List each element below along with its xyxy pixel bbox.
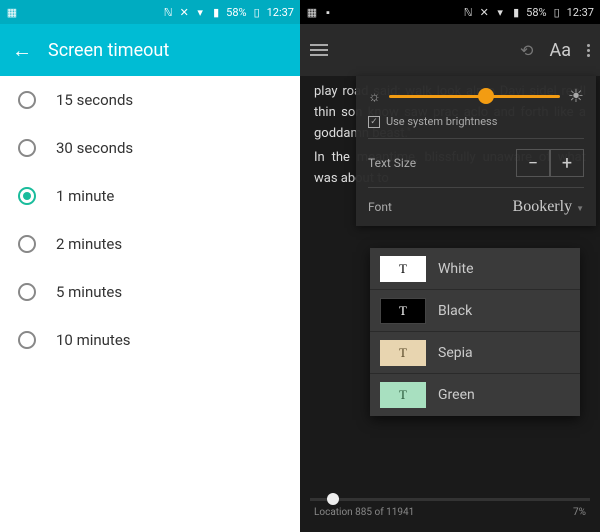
sync-icon[interactable]: ⟲ — [520, 41, 533, 60]
nfc-icon: ℕ — [162, 6, 174, 18]
radio-icon — [18, 139, 36, 157]
display-settings-panel: ☼ ☀ ✓ Use system brightness Text Size − … — [356, 76, 596, 226]
theme-option-black[interactable]: T Black — [370, 290, 580, 332]
timeout-label: 2 minutes — [56, 235, 122, 253]
wifi-icon: ▾ — [194, 6, 206, 18]
timeout-option[interactable]: 1 minute — [0, 172, 300, 220]
radio-icon — [18, 283, 36, 301]
left-panel: ▦ ℕ ✕ ▾ ▮ 58% ▯ 12:37 ← Screen timeout 1… — [0, 0, 300, 532]
brightness-high-icon: ☀ — [568, 86, 584, 107]
mute-icon: ✕ — [478, 6, 490, 18]
theme-menu: T White T Black T Sepia T Green — [370, 248, 580, 416]
timeout-option[interactable]: 30 seconds — [0, 124, 300, 172]
battery-text: 58% — [226, 6, 246, 19]
chevron-down-icon: ▼ — [576, 204, 584, 213]
timeout-label: 5 minutes — [56, 283, 122, 301]
image-icon: ▦ — [306, 6, 318, 18]
text-size-increase-button[interactable]: + — [550, 149, 584, 177]
overflow-icon[interactable] — [587, 44, 590, 57]
theme-option-green[interactable]: T Green — [370, 374, 580, 416]
timeout-label: 1 minute — [56, 187, 114, 205]
left-header: ← Screen timeout — [0, 24, 300, 76]
text-size-label: Text Size — [368, 156, 416, 170]
radio-icon — [18, 235, 36, 253]
app-icon: ▪ — [322, 6, 334, 18]
theme-swatch: T — [380, 340, 426, 366]
battery-text: 58% — [526, 6, 546, 19]
timeout-label: 10 minutes — [56, 331, 131, 349]
menu-icon[interactable] — [310, 44, 328, 56]
timeout-option[interactable]: 15 seconds — [0, 76, 300, 124]
brightness-slider[interactable] — [389, 95, 560, 98]
battery-icon: ▯ — [251, 6, 263, 18]
image-icon: ▦ — [6, 6, 18, 18]
clock-text: 12:37 — [267, 6, 294, 19]
radio-icon — [18, 187, 36, 205]
location-text: Location 885 of 11941 — [314, 507, 414, 518]
mute-icon: ✕ — [178, 6, 190, 18]
back-icon[interactable]: ← — [12, 38, 32, 63]
timeout-option[interactable]: 10 minutes — [0, 316, 300, 364]
system-brightness-checkbox[interactable]: ✓ — [368, 116, 380, 128]
timeout-list: 15 seconds 30 seconds 1 minute 2 minutes 5 m… — [0, 76, 300, 364]
theme-label: Black — [438, 303, 472, 319]
font-select[interactable]: Bookerly▼ — [513, 198, 584, 216]
statusbar: ▦ ℕ ✕ ▾ ▮ 58% ▯ 12:37 — [0, 0, 300, 24]
nfc-icon: ℕ — [462, 6, 474, 18]
theme-label: White — [438, 261, 474, 277]
brightness-low-icon: ☼ — [368, 88, 381, 105]
theme-option-sepia[interactable]: T Sepia — [370, 332, 580, 374]
font-label: Font — [368, 200, 392, 214]
statusbar-right: ▦ ▪ ℕ ✕ ▾ ▮ 58% ▯ 12:37 — [300, 0, 600, 24]
signal-icon: ▮ — [510, 6, 522, 18]
timeout-option[interactable]: 2 minutes — [0, 220, 300, 268]
system-brightness-label: Use system brightness — [386, 115, 497, 128]
timeout-label: 15 seconds — [56, 91, 133, 109]
clock-text: 12:37 — [567, 6, 594, 19]
timeout-label: 30 seconds — [56, 139, 133, 157]
wifi-icon: ▾ — [494, 6, 506, 18]
theme-swatch: T — [380, 382, 426, 408]
reader-header: ⟲ Aa — [300, 24, 600, 76]
timeout-option[interactable]: 5 minutes — [0, 268, 300, 316]
signal-icon: ▮ — [210, 6, 222, 18]
text-size-decrease-button[interactable]: − — [516, 149, 550, 177]
font-settings-button[interactable]: Aa — [549, 40, 571, 61]
slider-thumb[interactable] — [478, 88, 494, 104]
progress-slider[interactable] — [310, 498, 590, 501]
progress-thumb[interactable] — [327, 493, 339, 505]
battery-icon: ▯ — [551, 6, 563, 18]
radio-icon — [18, 331, 36, 349]
theme-label: Green — [438, 387, 475, 403]
reader-footer: Location 885 of 11941 7% — [300, 492, 600, 532]
theme-label: Sepia — [438, 345, 473, 361]
theme-option-white[interactable]: T White — [370, 248, 580, 290]
theme-swatch: T — [380, 256, 426, 282]
page-title: Screen timeout — [48, 40, 169, 61]
right-panel: ▦ ▪ ℕ ✕ ▾ ▮ 58% ▯ 12:37 ⟲ Aa play road s… — [300, 0, 600, 532]
percent-text: 7% — [573, 507, 586, 518]
radio-icon — [18, 91, 36, 109]
theme-swatch: T — [380, 298, 426, 324]
